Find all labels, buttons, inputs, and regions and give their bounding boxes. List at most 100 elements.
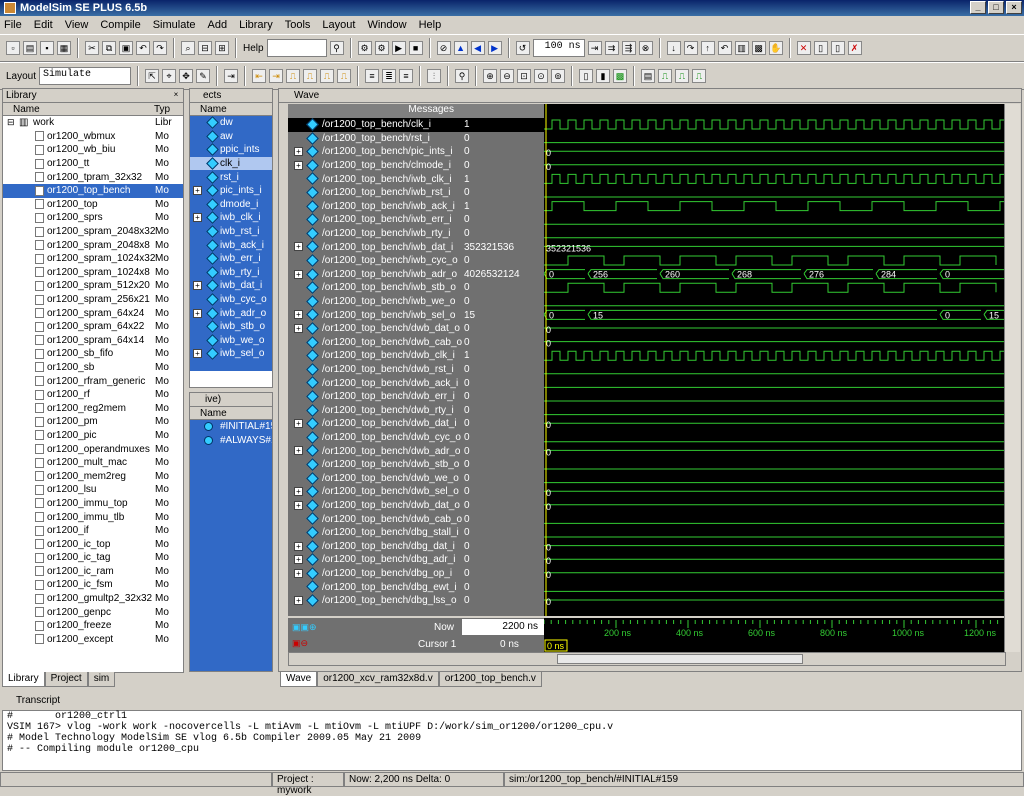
step-over-icon[interactable]: ↷ (683, 41, 698, 55)
expand-icon[interactable]: + (294, 568, 303, 578)
signal-row[interactable]: + /or1200_top_bench/dbg_dat_i 0 (288, 539, 544, 554)
object-item[interactable]: + pic_ints_i (190, 184, 272, 198)
step-out-icon[interactable]: ↑ (700, 41, 715, 55)
library-item[interactable]: or1200_spram_2048x8 Mo (3, 238, 183, 252)
library-item[interactable]: or1200_tpram_32x32 Mo (3, 170, 183, 184)
signal-row[interactable]: + /or1200_top_bench/clmode_i 0 (288, 158, 544, 173)
object-item[interactable]: + iwb_dat_i (190, 279, 272, 293)
insert-cursor-icon[interactable]: ⇥ (224, 69, 239, 83)
signal-row[interactable]: /or1200_top_bench/iwb_rst_i 0 (288, 186, 544, 200)
find-edge2-icon[interactable]: ⎍ (337, 69, 352, 83)
wave-style2-icon[interactable]: ⎍ (658, 69, 673, 83)
signal-row[interactable]: /or1200_top_bench/dbg_stall_i 0 (288, 526, 544, 540)
falling-edge-icon[interactable]: ⎍ (303, 69, 318, 83)
expand-icon[interactable]: + (294, 419, 303, 429)
restart-icon[interactable]: ↺ (515, 41, 530, 55)
signal-row[interactable]: + /or1200_top_bench/iwb_sel_o 15 (288, 308, 544, 322)
zoom-cursor-icon[interactable]: ⊙ (534, 69, 549, 83)
library-item[interactable]: or1200_spram_64x14 Mo (3, 334, 183, 348)
library-item[interactable]: or1200_sb Mo (3, 361, 183, 375)
continue-icon[interactable]: ⇉ (604, 41, 619, 55)
expand-icon[interactable]: + (193, 308, 202, 318)
object-item[interactable]: dw (190, 116, 272, 130)
menu-add[interactable]: Add (208, 19, 228, 31)
object-item[interactable]: clk_i (190, 156, 272, 171)
menu-tools[interactable]: Tools (285, 19, 311, 31)
scroll-thumb[interactable] (557, 654, 803, 664)
signal-row[interactable]: /or1200_top_bench/dwb_err_i 0 (288, 390, 544, 404)
up-arrow-icon[interactable]: ▲ (453, 41, 468, 55)
wave-window-icon[interactable]: ▯ (579, 69, 594, 83)
signal-row[interactable]: + /or1200_top_bench/iwb_dat_i 352321536 (288, 240, 544, 254)
hand-icon[interactable]: ✋ (768, 41, 783, 55)
signal-row[interactable]: + /or1200_top_bench/dwb_dat_o 0 (288, 322, 544, 336)
undo-icon[interactable]: ↶ (136, 41, 150, 55)
library-item[interactable]: or1200_immu_top Mo (3, 497, 183, 511)
signal-row[interactable]: /or1200_top_bench/dwb_ack_i 0 (288, 376, 544, 390)
object-item[interactable]: + iwb_clk_i (190, 211, 272, 225)
copy-icon[interactable]: ⧉ (102, 41, 116, 55)
cursor-lock-icon[interactable]: ▣⊖ (292, 638, 308, 649)
library-item[interactable]: or1200_spram_64x22 Mo (3, 320, 183, 334)
object-item[interactable]: iwb_stb_o (190, 320, 272, 334)
signal-row[interactable]: /or1200_top_bench/dwb_rst_i 0 (288, 362, 544, 377)
clear-icon[interactable]: ▯ (813, 41, 828, 55)
expand-icon[interactable]: + (193, 281, 202, 291)
tab-ram-source[interactable]: or1200_xcv_ram32x8d.v (317, 672, 439, 687)
cursor-add-icon[interactable]: ▣▣⊕ (292, 622, 317, 633)
edit-mode-icon[interactable]: ✎ (196, 69, 211, 83)
signal-row[interactable]: /or1200_top_bench/iwb_we_o 0 (288, 294, 544, 309)
signal-row[interactable]: /or1200_top_bench/iwb_err_i 0 (288, 213, 544, 227)
object-item[interactable]: iwb_rst_i (190, 225, 272, 239)
library-item[interactable]: or1200_top Mo (3, 198, 183, 212)
run-icon[interactable]: ⇥ (587, 41, 602, 55)
signal-row[interactable]: /or1200_top_bench/iwb_stb_o 0 (288, 281, 544, 295)
library-item[interactable]: or1200_mult_mac Mo (3, 456, 183, 470)
help-search-icon[interactable]: ⚲ (329, 41, 344, 55)
signal-row[interactable]: /or1200_top_bench/iwb_ack_i 1 (288, 199, 544, 214)
object-item[interactable]: + iwb_adr_o (190, 306, 272, 320)
select-mode-icon[interactable]: ⇱ (145, 69, 160, 83)
signal-row[interactable]: + /or1200_top_bench/dbg_op_i 0 (288, 566, 544, 581)
signal-row[interactable]: /or1200_top_bench/dwb_we_o 0 (288, 471, 544, 486)
remove-icon[interactable]: ✗ (847, 41, 862, 55)
panel-close-icon[interactable]: × (171, 90, 181, 100)
find-edge-icon[interactable]: ⎍ (320, 69, 335, 83)
col-name[interactable]: Name (13, 104, 40, 115)
expand-icon[interactable]: + (193, 186, 202, 196)
menu-layout[interactable]: Layout (322, 19, 355, 31)
signal-row[interactable]: /or1200_top_bench/dwb_stb_o 0 (288, 458, 544, 472)
library-item[interactable]: or1200_sb_fifo Mo (3, 347, 183, 361)
library-item[interactable]: or1200_if Mo (3, 524, 183, 538)
forward-arrow-icon[interactable]: ▶ (487, 41, 502, 55)
expand-icon[interactable]: ⊞ (215, 41, 229, 55)
object-item[interactable]: iwb_ack_i (190, 238, 272, 252)
close-button[interactable]: × (1006, 1, 1022, 14)
collapse-icon[interactable]: ⊟ (198, 41, 212, 55)
zoom-out-icon[interactable]: ⊖ (500, 69, 515, 83)
zoom-full-icon[interactable]: ⊡ (517, 69, 532, 83)
library-item[interactable]: or1200_spram_1024x8 Mo (3, 266, 183, 280)
wave-horizontal-scrollbar[interactable] (288, 652, 1006, 666)
processes-col-name[interactable]: Name (200, 408, 227, 419)
open-folder-icon[interactable]: ▤ (23, 41, 37, 55)
zoom-range-icon[interactable]: ⊚ (551, 69, 566, 83)
object-item[interactable]: ppic_ints (190, 143, 272, 157)
edge-next-icon[interactable]: ⇥ (269, 69, 284, 83)
cut-icon[interactable]: ✂ (85, 41, 99, 55)
zoom-icon[interactable]: ⚲ (455, 69, 470, 83)
insert-divider-icon[interactable]: ≡ (365, 69, 380, 83)
library-item[interactable]: or1200_rf Mo (3, 388, 183, 402)
signal-row[interactable]: + /or1200_top_bench/iwb_adr_o 4026532124 (288, 267, 544, 282)
expand-icon[interactable]: + (294, 160, 303, 170)
object-item[interactable]: rst_i (190, 170, 272, 184)
expand-icon[interactable]: + (294, 446, 303, 456)
object-item[interactable]: iwb_we_o (190, 333, 272, 348)
waveform-canvas[interactable]: 0 0 352321536 0 256 260 268 276 284 0 0 15 0 15 0 0 0 0 0 0… (544, 104, 1004, 616)
signal-row[interactable]: /or1200_top_bench/dwb_cab_o 0 (288, 512, 544, 526)
menu-help[interactable]: Help (419, 19, 442, 31)
library-item[interactable]: or1200_mem2reg Mo (3, 469, 183, 483)
print-icon[interactable]: ▦ (57, 41, 71, 55)
wave-vertical-scrollbar[interactable] (1004, 104, 1020, 652)
object-item[interactable]: aw (190, 130, 272, 144)
